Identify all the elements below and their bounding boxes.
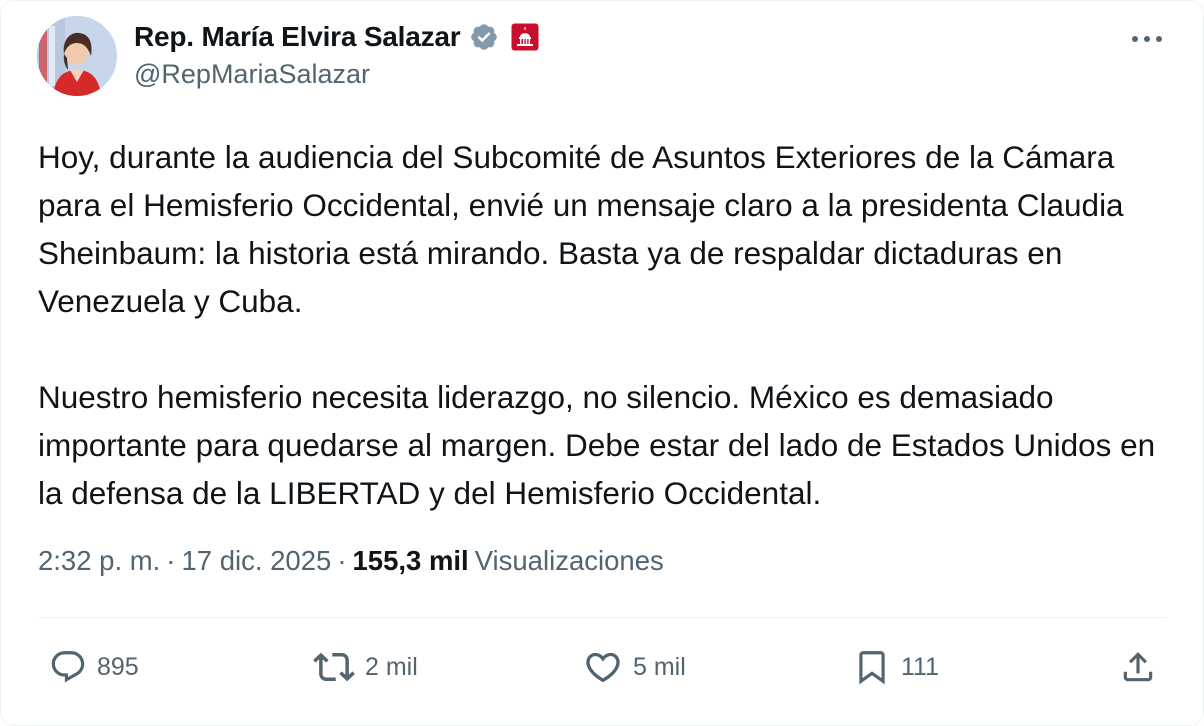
tweet-text: Hoy, durante la audiencia del Subcomité … [38,133,1173,517]
action-bar: 895 2 mil 5 mil 111 [1,641,1203,693]
bookmark-icon [859,651,885,685]
tweet-card: Rep. María Elvira Salazar @RepMariaSalaz… [0,0,1204,726]
meta-separator: · [337,545,347,576]
bookmark-button[interactable]: 111 [853,641,939,693]
repost-icon [313,652,355,682]
reply-button[interactable]: 895 [49,641,139,693]
like-button[interactable]: 5 mil [583,641,686,693]
more-dots-icon [1132,36,1162,42]
repost-count: 2 mil [365,652,418,681]
author-display-name[interactable]: Rep. María Elvira Salazar [134,21,461,53]
capitol-dome-icon[interactable] [511,23,539,51]
divider [38,617,1167,618]
author-name-row: Rep. María Elvira Salazar [134,18,539,56]
verified-badge-icon[interactable] [469,22,499,52]
share-icon [1123,652,1153,682]
share-button[interactable] [1119,641,1157,693]
reply-bubble-icon [51,651,85,683]
tweet-date[interactable]: 17 dic. 2025 [181,545,331,577]
more-options-button[interactable] [1129,21,1165,57]
tweet-time[interactable]: 2:32 p. m. [38,545,160,577]
tweet-paragraph: Nuestro hemisferio necesita liderazgo, n… [38,379,1156,511]
repost-button[interactable]: 2 mil [313,641,418,693]
author-handle[interactable]: @RepMariaSalazar [134,59,370,90]
views-count[interactable]: 155,3 mil [352,545,468,577]
like-count: 5 mil [633,652,686,681]
views-label[interactable]: Visualizaciones [475,545,664,577]
tweet-meta: 2:32 p. m. · 17 dic. 2025 · 155,3 mil Vi… [38,545,664,577]
reply-count: 895 [97,652,139,681]
meta-separator: · [166,545,176,576]
heart-icon [586,652,620,683]
avatar[interactable] [37,16,117,96]
bookmark-count: 111 [901,652,940,681]
tweet-paragraph: Hoy, durante la audiencia del Subcomité … [38,139,1124,319]
